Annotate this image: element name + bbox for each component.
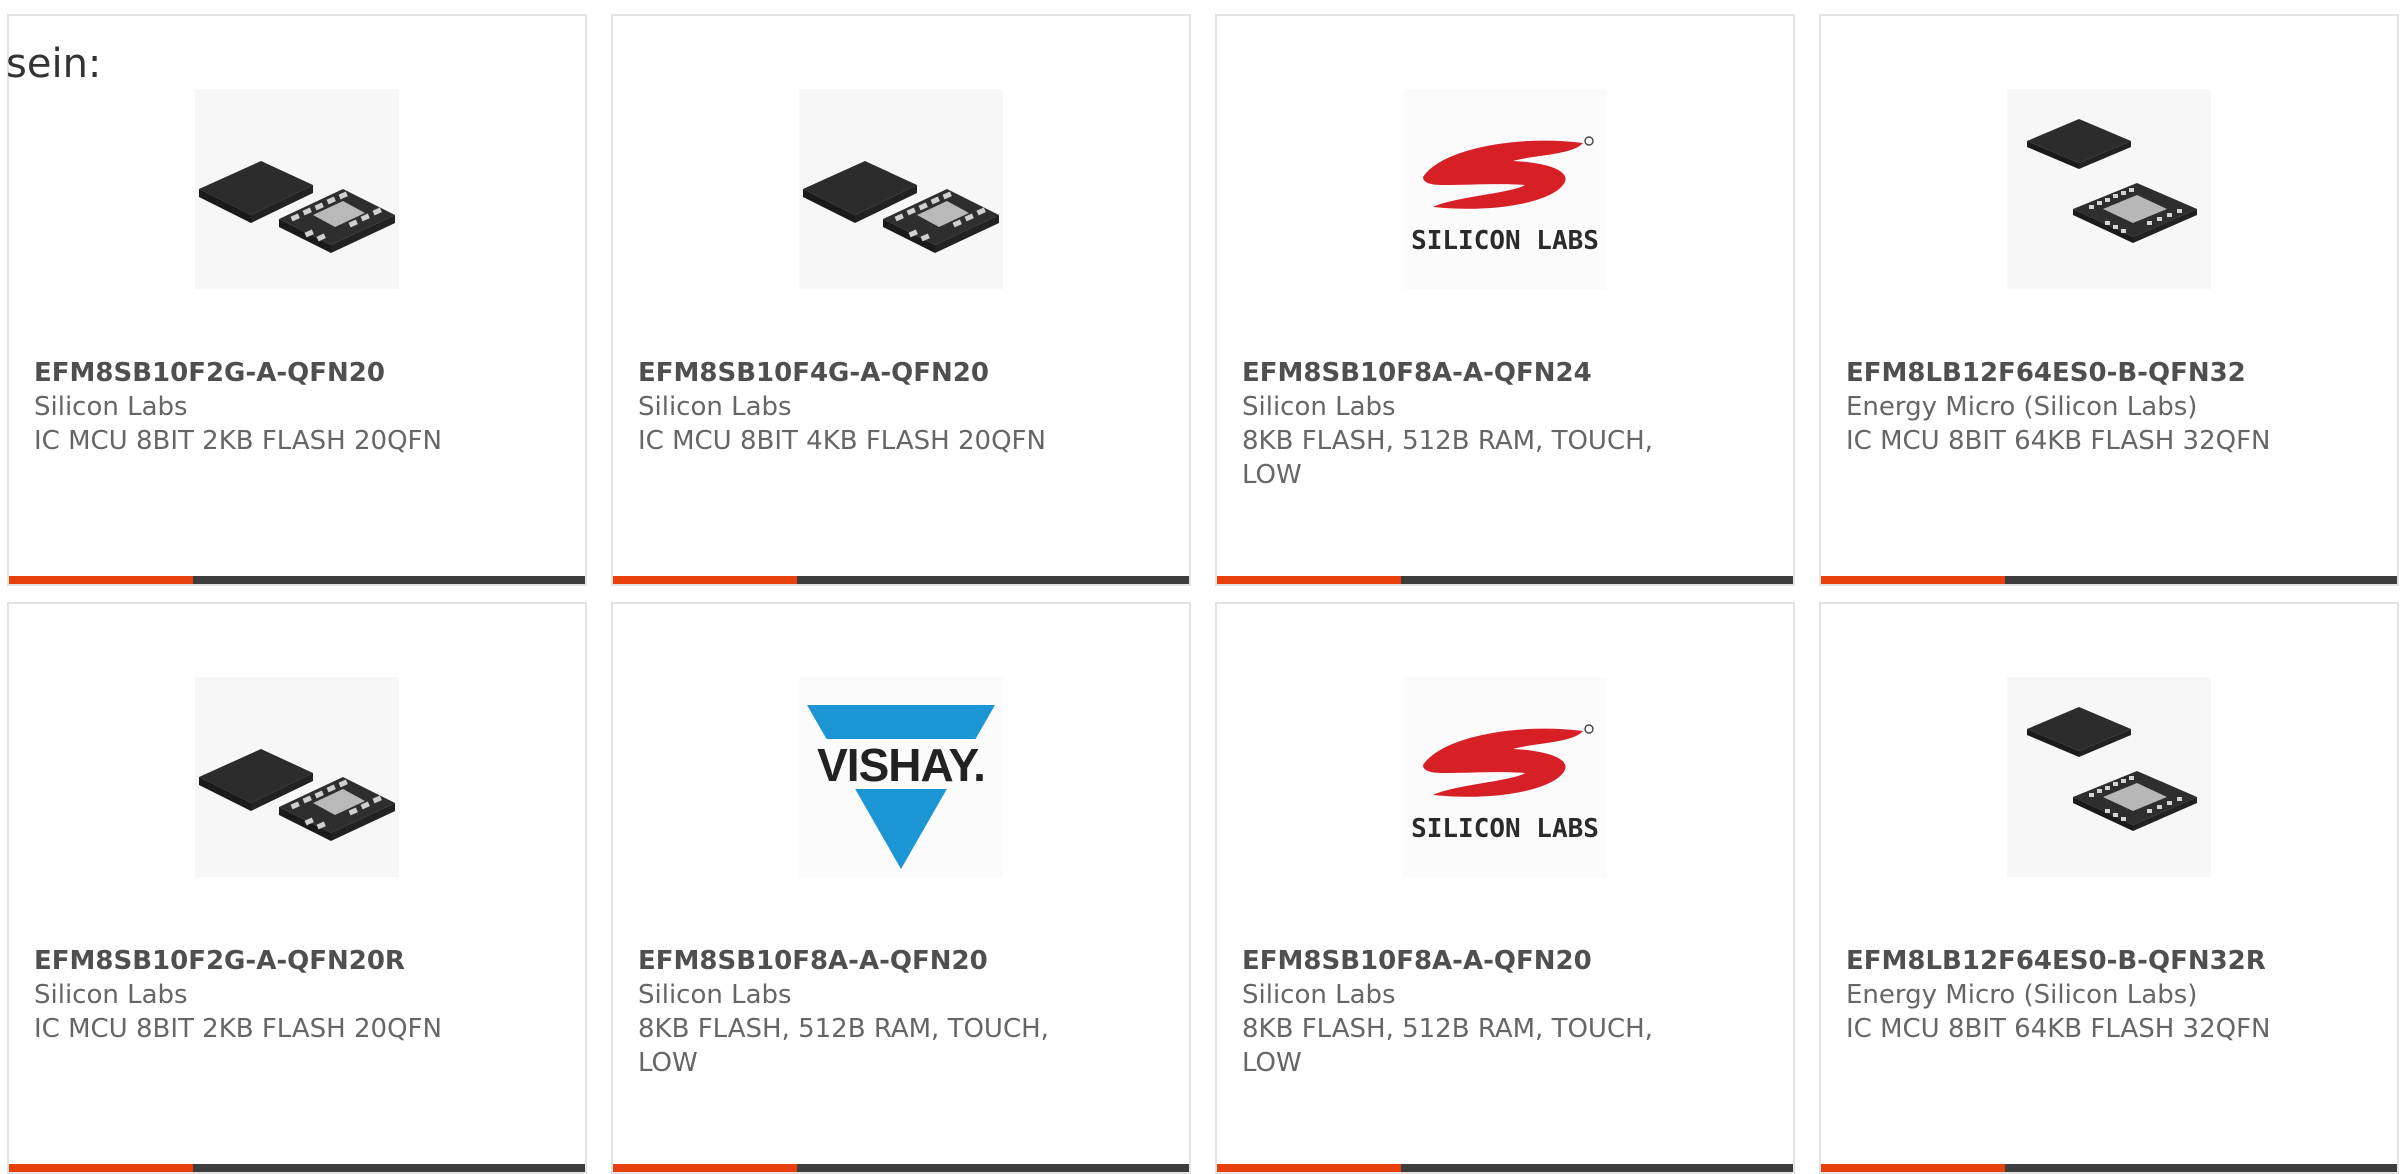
card-progress-bar <box>1821 1164 2397 1172</box>
logo-text: SILICON LABS <box>1411 226 1599 256</box>
description: IC MCU 8BIT 4KB FLASH 20QFN <box>638 426 1046 456</box>
description: 8KB FLASH, 512B RAM, TOUCH, LOW <box>638 1014 1049 1078</box>
product-image[interactable]: SILICON LABS <box>1403 677 1607 877</box>
manufacturer: Silicon Labs <box>34 980 188 1010</box>
product-card[interactable]: EFM8SB10F2G-A-QFN20 Silicon Labs IC MCU … <box>7 14 587 586</box>
card-progress-bar <box>613 576 1189 584</box>
product-card[interactable]: EFM8SB10F4G-A-QFN20 Silicon Labs IC MCU … <box>611 14 1191 586</box>
description: IC MCU 8BIT 2KB FLASH 20QFN <box>34 1014 442 1044</box>
description: IC MCU 8BIT 64KB FLASH 32QFN <box>1846 1014 2271 1044</box>
part-number[interactable]: EFM8SB10F8A-A-QFN24 <box>1242 356 1682 390</box>
vishay-logo: VISHAY. <box>799 705 1003 869</box>
product-card[interactable]: SILICON LABS EFM8SB10F8A-A-QFN24 Silicon… <box>1215 14 1795 586</box>
part-number[interactable]: EFM8SB10F2G-A-QFN20 <box>34 356 474 390</box>
logo-text: SILICON LABS <box>1411 814 1599 844</box>
manufacturer: Silicon Labs <box>1242 392 1396 422</box>
card-accent <box>1217 576 1402 584</box>
description: IC MCU 8BIT 2KB FLASH 20QFN <box>34 426 442 456</box>
description: IC MCU 8BIT 64KB FLASH 32QFN <box>1846 426 2271 456</box>
manufacturer: Silicon Labs <box>638 980 792 1010</box>
card-progress-bar <box>9 576 585 584</box>
card-accent <box>1821 576 2006 584</box>
product-image[interactable] <box>2007 89 2211 289</box>
qfn20-chip-icon <box>803 161 999 253</box>
card-accent <box>613 576 798 584</box>
card-accent <box>1217 1164 1402 1172</box>
card-accent <box>9 576 194 584</box>
card-progress-bar <box>613 1164 1189 1172</box>
product-image[interactable] <box>195 677 399 877</box>
description: 8KB FLASH, 512B RAM, TOUCH, LOW <box>1242 1014 1653 1078</box>
card-progress-bar <box>1217 1164 1793 1172</box>
logo-text: VISHAY. <box>817 739 985 791</box>
product-image[interactable] <box>195 89 399 289</box>
part-number[interactable]: EFM8SB10F2G-A-QFN20R <box>34 944 474 978</box>
product-image[interactable]: VISHAY. <box>799 677 1003 877</box>
product-card[interactable]: SILICON LABS EFM8SB10F8A-A-QFN20 Silicon… <box>1215 602 1795 1174</box>
qfn20-chip-icon <box>199 161 395 253</box>
manufacturer: Silicon Labs <box>638 392 792 422</box>
part-number[interactable]: EFM8LB12F64ES0-B-QFN32R <box>1846 944 2286 978</box>
intro-text: sein: <box>6 41 102 87</box>
card-accent <box>1821 1164 2006 1172</box>
product-image[interactable]: SILICON LABS <box>1403 89 1607 289</box>
part-number[interactable]: EFM8LB12F64ES0-B-QFN32 <box>1846 356 2286 390</box>
card-accent <box>9 1164 194 1172</box>
part-number[interactable]: EFM8SB10F4G-A-QFN20 <box>638 356 1078 390</box>
card-progress-bar <box>9 1164 585 1172</box>
card-progress-bar <box>1821 576 2397 584</box>
product-card[interactable]: EFM8SB10F2G-A-QFN20R Silicon Labs IC MCU… <box>7 602 587 1174</box>
product-card[interactable]: VISHAY. EFM8SB10F8A-A-QFN20 Silicon Labs… <box>611 602 1191 1174</box>
card-progress-bar <box>1217 576 1793 584</box>
silicon-labs-logo: SILICON LABS <box>1411 136 1599 256</box>
manufacturer: Energy Micro (Silicon Labs) <box>1846 980 2198 1010</box>
qfn32-chip-icon <box>2027 119 2197 243</box>
description: 8KB FLASH, 512B RAM, TOUCH, LOW <box>1242 426 1653 490</box>
qfn32-chip-icon <box>2027 707 2197 831</box>
product-grid: EFM8SB10F2G-A-QFN20 Silicon Labs IC MCU … <box>7 14 2400 1174</box>
card-accent <box>613 1164 798 1172</box>
product-image[interactable] <box>799 89 1003 289</box>
manufacturer: Silicon Labs <box>1242 980 1396 1010</box>
silicon-labs-logo: SILICON LABS <box>1411 724 1599 844</box>
qfn20-chip-icon <box>199 749 395 841</box>
manufacturer: Silicon Labs <box>34 392 188 422</box>
part-number[interactable]: EFM8SB10F8A-A-QFN20 <box>1242 944 1682 978</box>
part-number[interactable]: EFM8SB10F8A-A-QFN20 <box>638 944 1078 978</box>
product-card[interactable]: EFM8LB12F64ES0-B-QFN32R Energy Micro (Si… <box>1819 602 2399 1174</box>
manufacturer: Energy Micro (Silicon Labs) <box>1846 392 2198 422</box>
product-image[interactable] <box>2007 677 2211 877</box>
product-card[interactable]: EFM8LB12F64ES0-B-QFN32 Energy Micro (Sil… <box>1819 14 2399 586</box>
